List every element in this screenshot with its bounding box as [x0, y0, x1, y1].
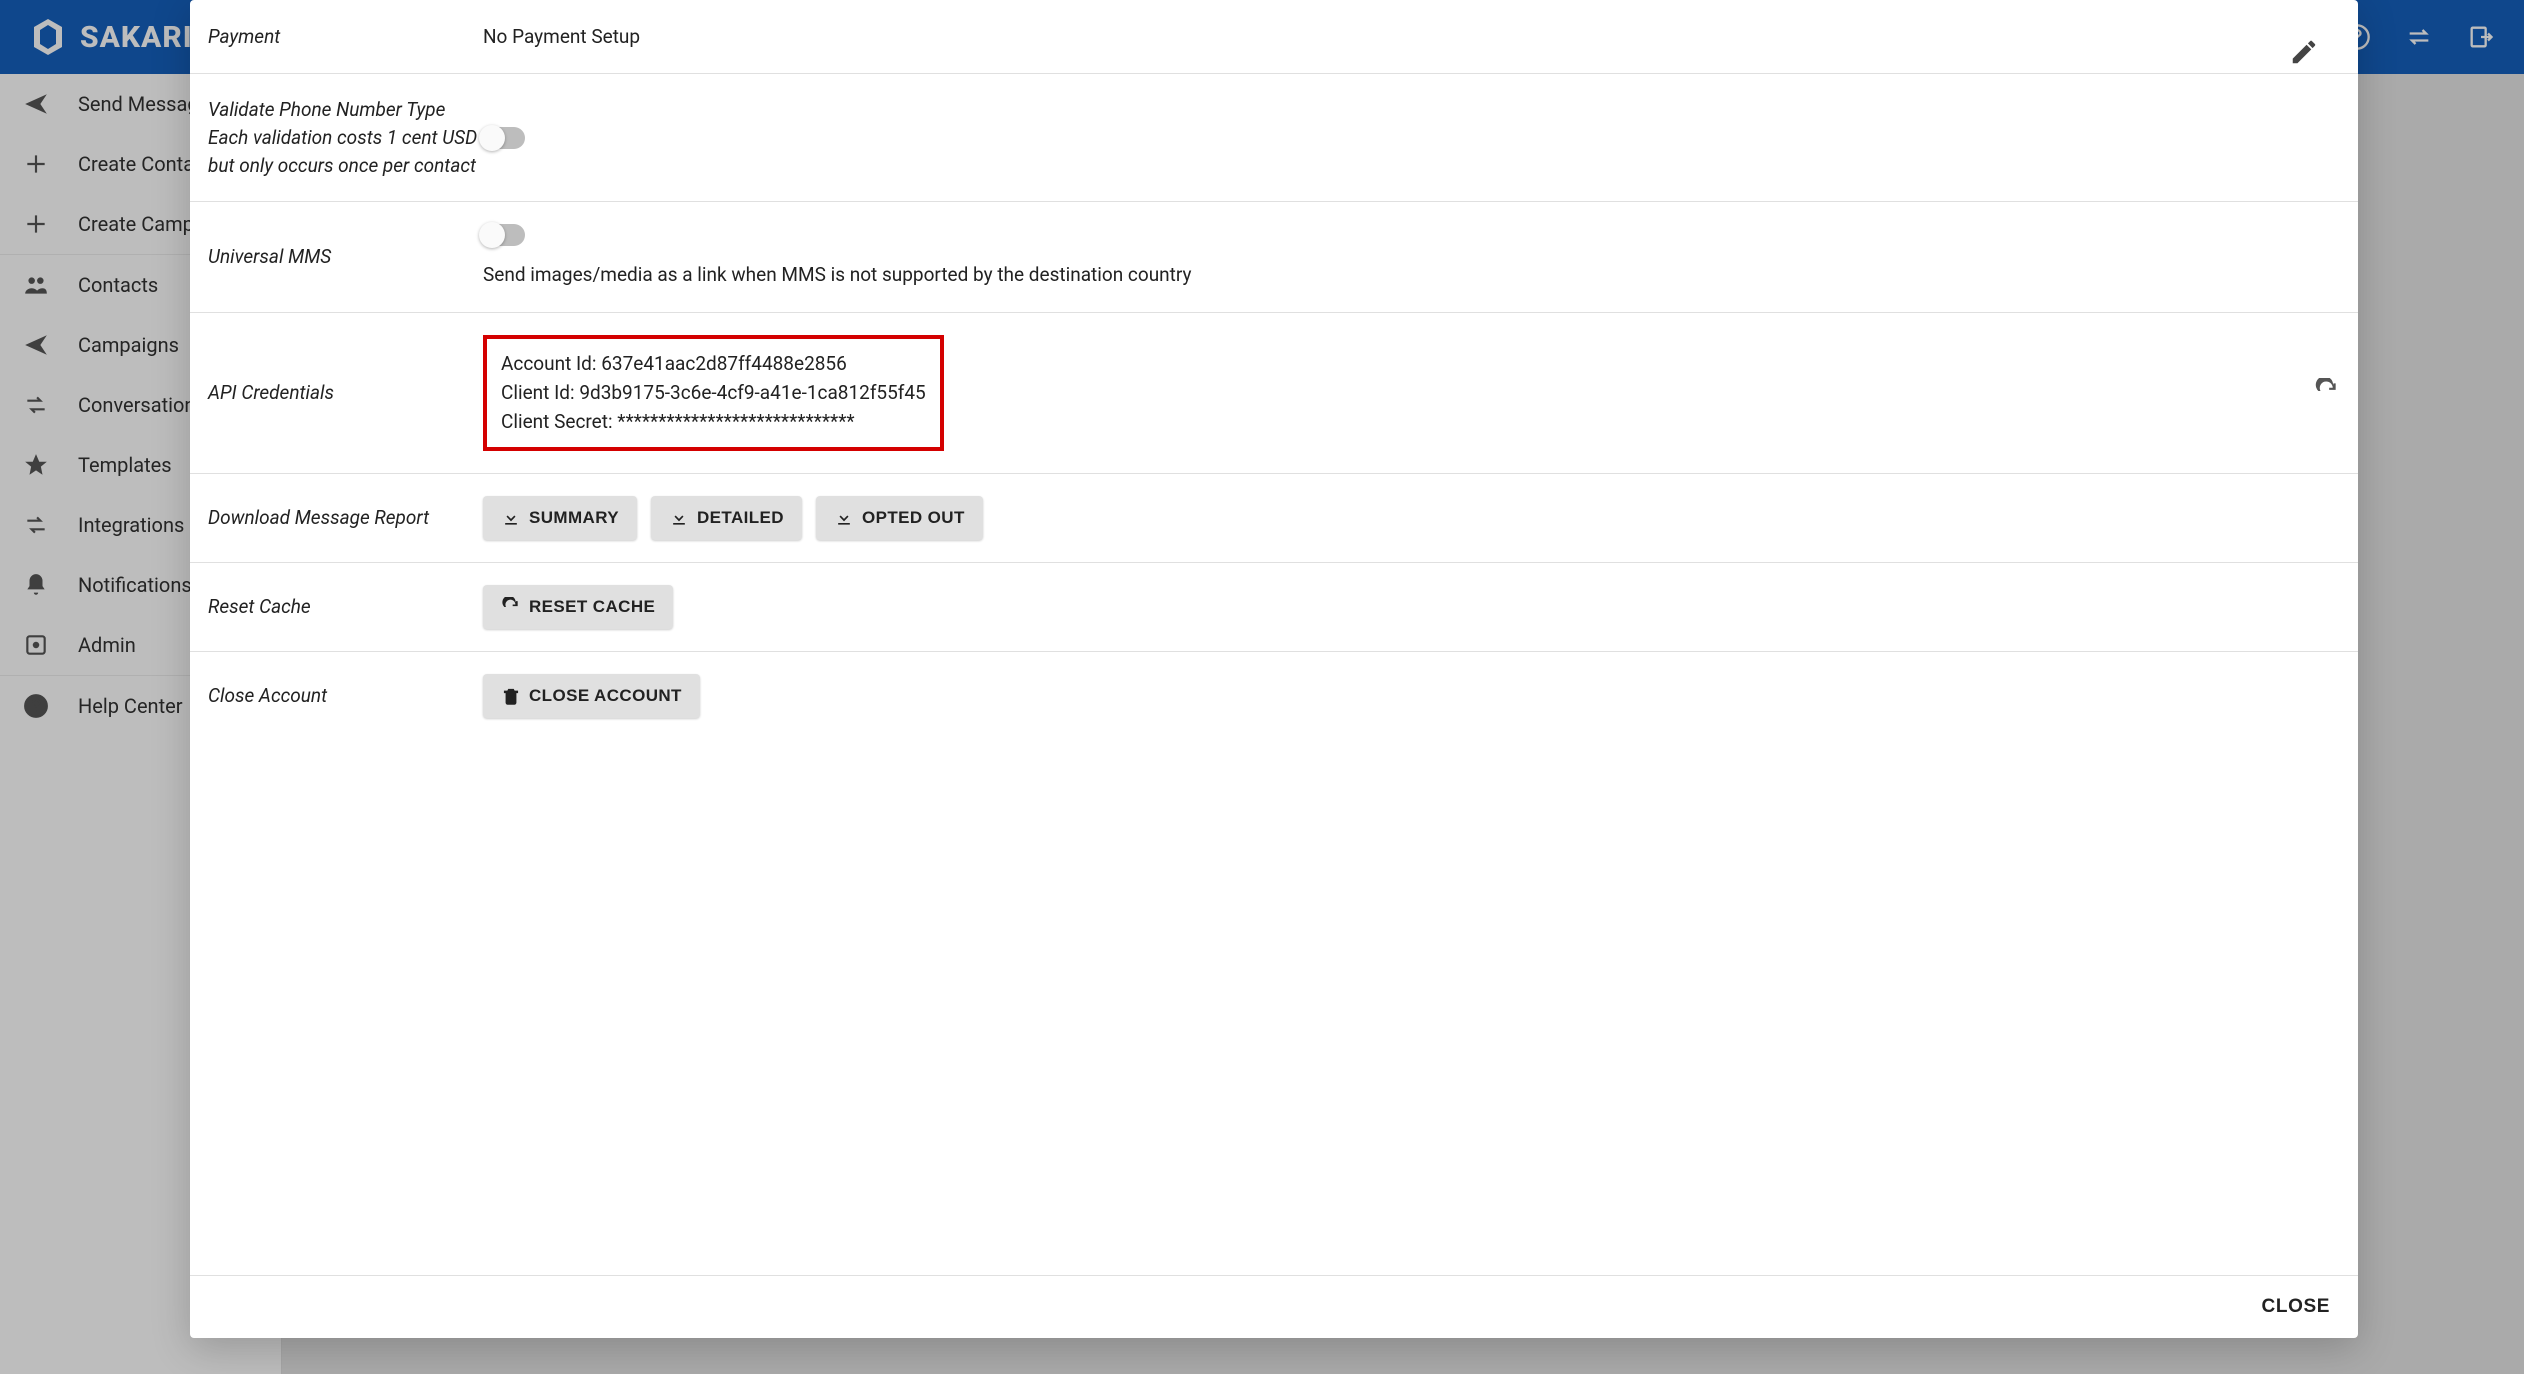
- download-icon: [669, 508, 689, 528]
- row-value: No Payment Setup: [483, 22, 2260, 51]
- row-label: Reset Cache: [208, 593, 483, 621]
- refresh-credentials-button[interactable]: [2314, 378, 2340, 408]
- settings-row-universal-mms: Universal MMS Send images/media as a lin…: [190, 202, 2358, 312]
- row-label: Download Message Report: [208, 504, 483, 532]
- settings-row-download-report: Download Message Report SUMMARY DETAILED…: [190, 474, 2358, 563]
- row-label: Close Account: [208, 682, 483, 710]
- download-opted-out-button[interactable]: OPTED OUT: [816, 496, 983, 540]
- settings-row-close-account: Close Account CLOSE ACCOUNT: [190, 652, 2358, 740]
- row-label: Payment: [208, 23, 483, 51]
- universal-mms-description: Send images/media as a link when MMS is …: [483, 260, 2260, 289]
- client-secret-line: Client Secret: *************************…: [501, 407, 926, 436]
- modal-footer: CLOSE: [190, 1275, 2358, 1338]
- close-modal-button[interactable]: CLOSE: [2262, 1296, 2330, 1318]
- row-label: API Credentials: [208, 379, 483, 407]
- row-label: Universal MMS: [208, 243, 483, 271]
- trash-icon: [501, 686, 521, 706]
- settings-row-payment: Payment No Payment Setup: [190, 0, 2358, 74]
- download-summary-button[interactable]: SUMMARY: [483, 496, 637, 540]
- settings-row-validate-phone: Validate Phone Number Type Each validati…: [190, 74, 2358, 202]
- validate-phone-toggle[interactable]: [483, 127, 525, 149]
- row-label: Validate Phone Number Type Each validati…: [208, 96, 483, 179]
- download-icon: [501, 508, 521, 528]
- close-account-button[interactable]: CLOSE ACCOUNT: [483, 674, 700, 718]
- reset-cache-button[interactable]: RESET CACHE: [483, 585, 673, 629]
- settings-row-api-credentials: API Credentials Account Id: 637e41aac2d8…: [190, 313, 2358, 474]
- modal-body[interactable]: Payment No Payment Setup Validate Phone …: [190, 0, 2358, 1275]
- download-icon: [834, 508, 854, 528]
- universal-mms-toggle[interactable]: [483, 224, 525, 246]
- refresh-icon: [501, 597, 521, 617]
- settings-row-reset-cache: Reset Cache RESET CACHE: [190, 563, 2358, 652]
- settings-modal: Payment No Payment Setup Validate Phone …: [190, 0, 2358, 1338]
- api-credentials-box: Account Id: 637e41aac2d87ff4488e2856 Cli…: [483, 335, 944, 451]
- download-detailed-button[interactable]: DETAILED: [651, 496, 802, 540]
- client-id-line: Client Id: 9d3b9175-3c6e-4cf9-a41e-1ca81…: [501, 378, 926, 407]
- edit-button[interactable]: [2282, 30, 2326, 74]
- account-id-line: Account Id: 637e41aac2d87ff4488e2856: [501, 349, 926, 378]
